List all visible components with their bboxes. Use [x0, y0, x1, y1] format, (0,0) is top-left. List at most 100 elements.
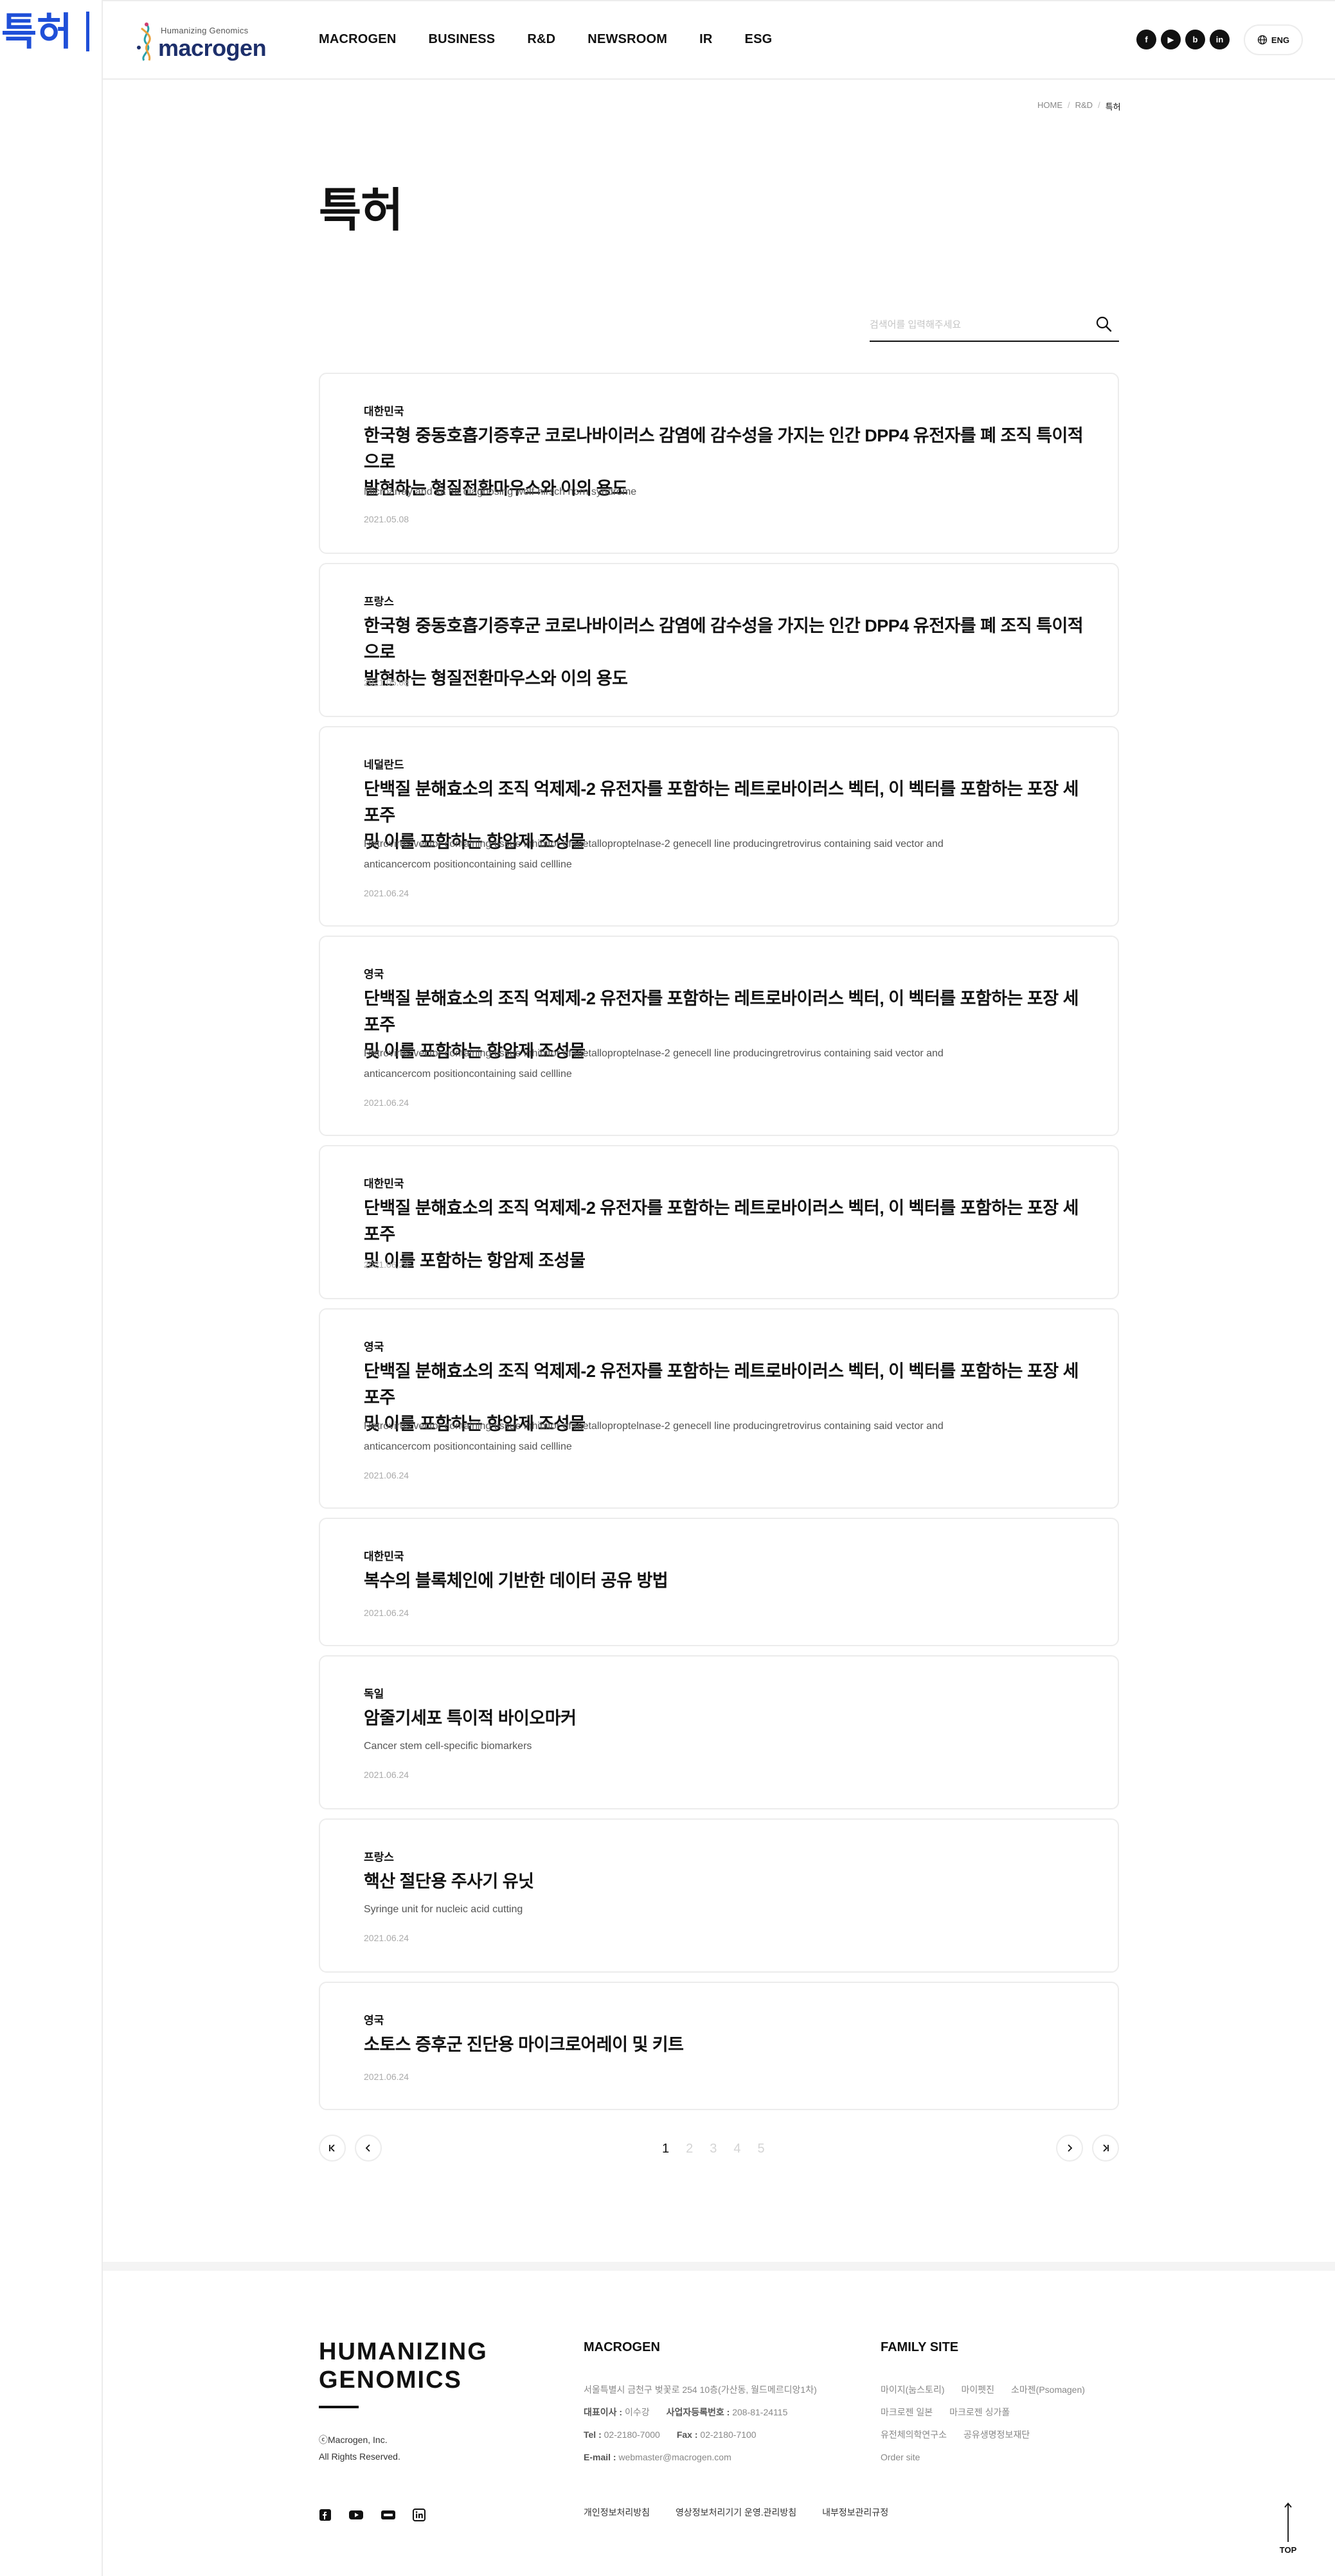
- family-site-link[interactable]: 마이펫진: [961, 2385, 994, 2395]
- patent-country: 영국: [364, 1338, 384, 1354]
- patent-card[interactable]: 프랑스 핵산 절단용 주사기 유닛 Syringe unit for nucle…: [319, 1818, 1119, 1973]
- family-site-link[interactable]: 마이지(눔스토리): [881, 2385, 944, 2395]
- family-site-link[interactable]: 마크로젠 싱가폴: [949, 2407, 1010, 2417]
- patent-date: 2021.05.08: [364, 677, 409, 688]
- blog-icon[interactable]: [381, 2509, 396, 2521]
- breadcrumb: HOME / R&D / 특허: [1037, 100, 1121, 112]
- patent-desc: Retrovirus vector containing tissue inhi…: [364, 1044, 1052, 1085]
- patent-country: 프랑스: [364, 1848, 394, 1864]
- patent-country: 영국: [364, 2011, 384, 2027]
- patent-desc: Syringe unit for nucleic acid cutting: [364, 1899, 1052, 1920]
- patent-card[interactable]: 네덜란드 단백질 분해효소의 조직 억제제-2 유전자를 포함하는 레트로바이러…: [319, 726, 1119, 927]
- linkedin-icon[interactable]: [413, 2509, 426, 2521]
- footer-email[interactable]: webmaster@macrogen.com: [618, 2452, 731, 2462]
- breadcrumb-separator: /: [1068, 100, 1070, 112]
- facebook-icon[interactable]: f: [1136, 30, 1156, 49]
- scroll-top-button[interactable]: TOP: [1275, 2502, 1301, 2555]
- patent-desc: Cancer stem cell-specific biomarkers: [364, 1736, 1052, 1757]
- privacy-policy-link[interactable]: 개인정보처리방침: [584, 2506, 650, 2519]
- family-site-link[interactable]: Order site: [881, 2452, 920, 2462]
- cctv-policy-link[interactable]: 영상정보처리기기 운영.관리방침: [676, 2506, 796, 2519]
- page-3[interactable]: 3: [710, 2142, 717, 2156]
- patent-date: 2021.06.24: [364, 1933, 409, 1943]
- patent-title: 복수의 블록체인에 기반한 데이터 공유 방법: [364, 1568, 1084, 1594]
- footer-address: 서울특별시 금천구 벚꽃로 254 10층(가산동, 월드메르디앙1차): [584, 2379, 817, 2401]
- chevron-left-icon: [363, 2143, 373, 2153]
- next-page-button[interactable]: [1056, 2135, 1083, 2162]
- patent-title: 소토스 증후군 진단용 마이크로어레이 및 키트: [364, 2032, 1084, 2058]
- family-site-link[interactable]: 유전체의학연구소: [881, 2429, 947, 2440]
- footer-copyright: ⓒMacrogen, Inc.All Rights Reserved.: [319, 2431, 400, 2465]
- patent-country: 네덜란드: [364, 756, 404, 772]
- patent-desc: Retrovirus vector containing tissue inhi…: [364, 1416, 1052, 1457]
- patent-card[interactable]: 대한민국 한국형 중동호흡기증후군 코로나바이러스 감염에 감수성을 가지는 인…: [319, 373, 1119, 554]
- first-page-button[interactable]: [319, 2135, 346, 2162]
- nav-rnd[interactable]: R&D: [527, 32, 555, 47]
- patent-card[interactable]: 영국 소토스 증후군 진단용 마이크로어레이 및 키트 2021.06.24: [319, 1982, 1119, 2110]
- linkedin-icon[interactable]: in: [1210, 30, 1230, 49]
- patent-card[interactable]: 프랑스 한국형 중동호흡기증후군 코로나바이러스 감염에 감수성을 가지는 인간…: [319, 563, 1119, 717]
- search-box: [870, 307, 1119, 342]
- internal-info-policy-link[interactable]: 내부정보관리규정: [822, 2506, 888, 2519]
- page-1[interactable]: 1: [662, 2142, 669, 2156]
- patent-country: 대한민국: [364, 402, 404, 418]
- patent-card[interactable]: 독일 암줄기세포 특이적 바이오마커 Cancer stem cell-spec…: [319, 1655, 1119, 1809]
- patent-country: 대한민국: [364, 1175, 404, 1191]
- nav-esg[interactable]: ESG: [745, 32, 773, 47]
- page-4[interactable]: 4: [733, 2142, 740, 2156]
- arrow-up-icon: [1284, 2502, 1293, 2543]
- annotation-bar: [86, 12, 89, 51]
- patent-card[interactable]: 대한민국 단백질 분해효소의 조직 억제제-2 유전자를 포함하는 레트로바이러…: [319, 1145, 1119, 1299]
- first-page-icon: [327, 2143, 337, 2153]
- footer-slogan: HUMANIZINGGENOMICS: [319, 2338, 488, 2394]
- patent-desc: Retrovirus vector containing tissue inhi…: [364, 834, 1052, 875]
- globe-icon: [1257, 35, 1268, 45]
- nav-business[interactable]: BUSINESS: [429, 32, 496, 47]
- search-icon[interactable]: [1095, 315, 1113, 333]
- nav-macrogen[interactable]: MACROGEN: [319, 32, 397, 47]
- logo-tagline: Humanizing Genomics: [161, 26, 248, 35]
- family-site-link[interactable]: 소마젠(Psomagen): [1011, 2385, 1085, 2395]
- breadcrumb-rnd[interactable]: R&D: [1075, 100, 1093, 112]
- family-site-link[interactable]: 공유생명정보재단: [963, 2429, 1030, 2440]
- annotation-title-text: 특허: [1, 10, 72, 55]
- facebook-icon[interactable]: [319, 2509, 332, 2521]
- language-button[interactable]: ENG: [1244, 24, 1303, 55]
- page-5[interactable]: 5: [758, 2142, 765, 2156]
- breadcrumb-home[interactable]: HOME: [1037, 100, 1062, 112]
- patent-card[interactable]: 영국 단백질 분해효소의 조직 억제제-2 유전자를 포함하는 레트로바이러스 …: [319, 936, 1119, 1136]
- blog-icon[interactable]: b: [1185, 30, 1205, 49]
- logo[interactable]: Humanizing Genomics macrogen: [135, 19, 257, 64]
- page-title: 특허: [319, 172, 402, 240]
- patent-date: 2021.06.24: [364, 1259, 409, 1270]
- nav-ir[interactable]: IR: [699, 32, 712, 47]
- search-input[interactable]: [870, 315, 1075, 334]
- patent-title: 한국형 중동호흡기증후군 코로나바이러스 감염에 감수성을 가지는 인간 DPP…: [364, 613, 1084, 692]
- page-numbers: 1 2 3 4 5: [662, 2142, 765, 2156]
- prev-page-button[interactable]: [355, 2135, 382, 2162]
- family-site-list: 마이지(눔스토리) 마이펫진 소마젠(Psomagen) 마크로젠 일본 마크로젠 싱…: [881, 2379, 1102, 2469]
- page-2[interactable]: 2: [686, 2142, 693, 2156]
- patent-date: 2021.06.24: [364, 1608, 409, 1618]
- last-page-button[interactable]: [1092, 2135, 1119, 2162]
- language-label: ENG: [1271, 35, 1289, 45]
- family-site-link[interactable]: 마크로젠 일본: [881, 2407, 933, 2417]
- nav-newsroom[interactable]: NEWSROOM: [587, 32, 667, 47]
- patent-card[interactable]: 영국 단백질 분해효소의 조직 억제제-2 유전자를 포함하는 레트로바이러스 …: [319, 1308, 1119, 1509]
- patent-date: 2021.06.24: [364, 1770, 409, 1780]
- patent-title: 핵산 절단용 주사기 유닛: [364, 1869, 1084, 1895]
- header-social: f ▶ b in: [1136, 30, 1230, 49]
- chevron-right-icon: [1064, 2143, 1075, 2153]
- breadcrumb-separator: /: [1098, 100, 1100, 112]
- patent-title: 단백질 분해효소의 조직 억제제-2 유전자를 포함하는 레트로바이러스 벡터,…: [364, 1195, 1084, 1274]
- footer-company-info: 서울특별시 금천구 벚꽃로 254 10층(가산동, 월드메르디앙1차) 대표이…: [584, 2379, 817, 2469]
- page-frame: Humanizing Genomics macrogen MACROGEN BU…: [102, 0, 1335, 2576]
- youtube-icon[interactable]: [348, 2509, 364, 2521]
- patent-date: 2021.06.24: [364, 1097, 409, 1108]
- patent-desc: Microarray and kit for diagbosing wolf-h…: [364, 482, 1052, 502]
- breadcrumb-current: 특허: [1106, 100, 1121, 112]
- youtube-icon[interactable]: ▶: [1161, 30, 1181, 49]
- patent-country: 대한민국: [364, 1547, 404, 1563]
- patent-card[interactable]: 대한민국 복수의 블록체인에 기반한 데이터 공유 방법 2021.06.24: [319, 1518, 1119, 1646]
- footer-social: [319, 2509, 426, 2521]
